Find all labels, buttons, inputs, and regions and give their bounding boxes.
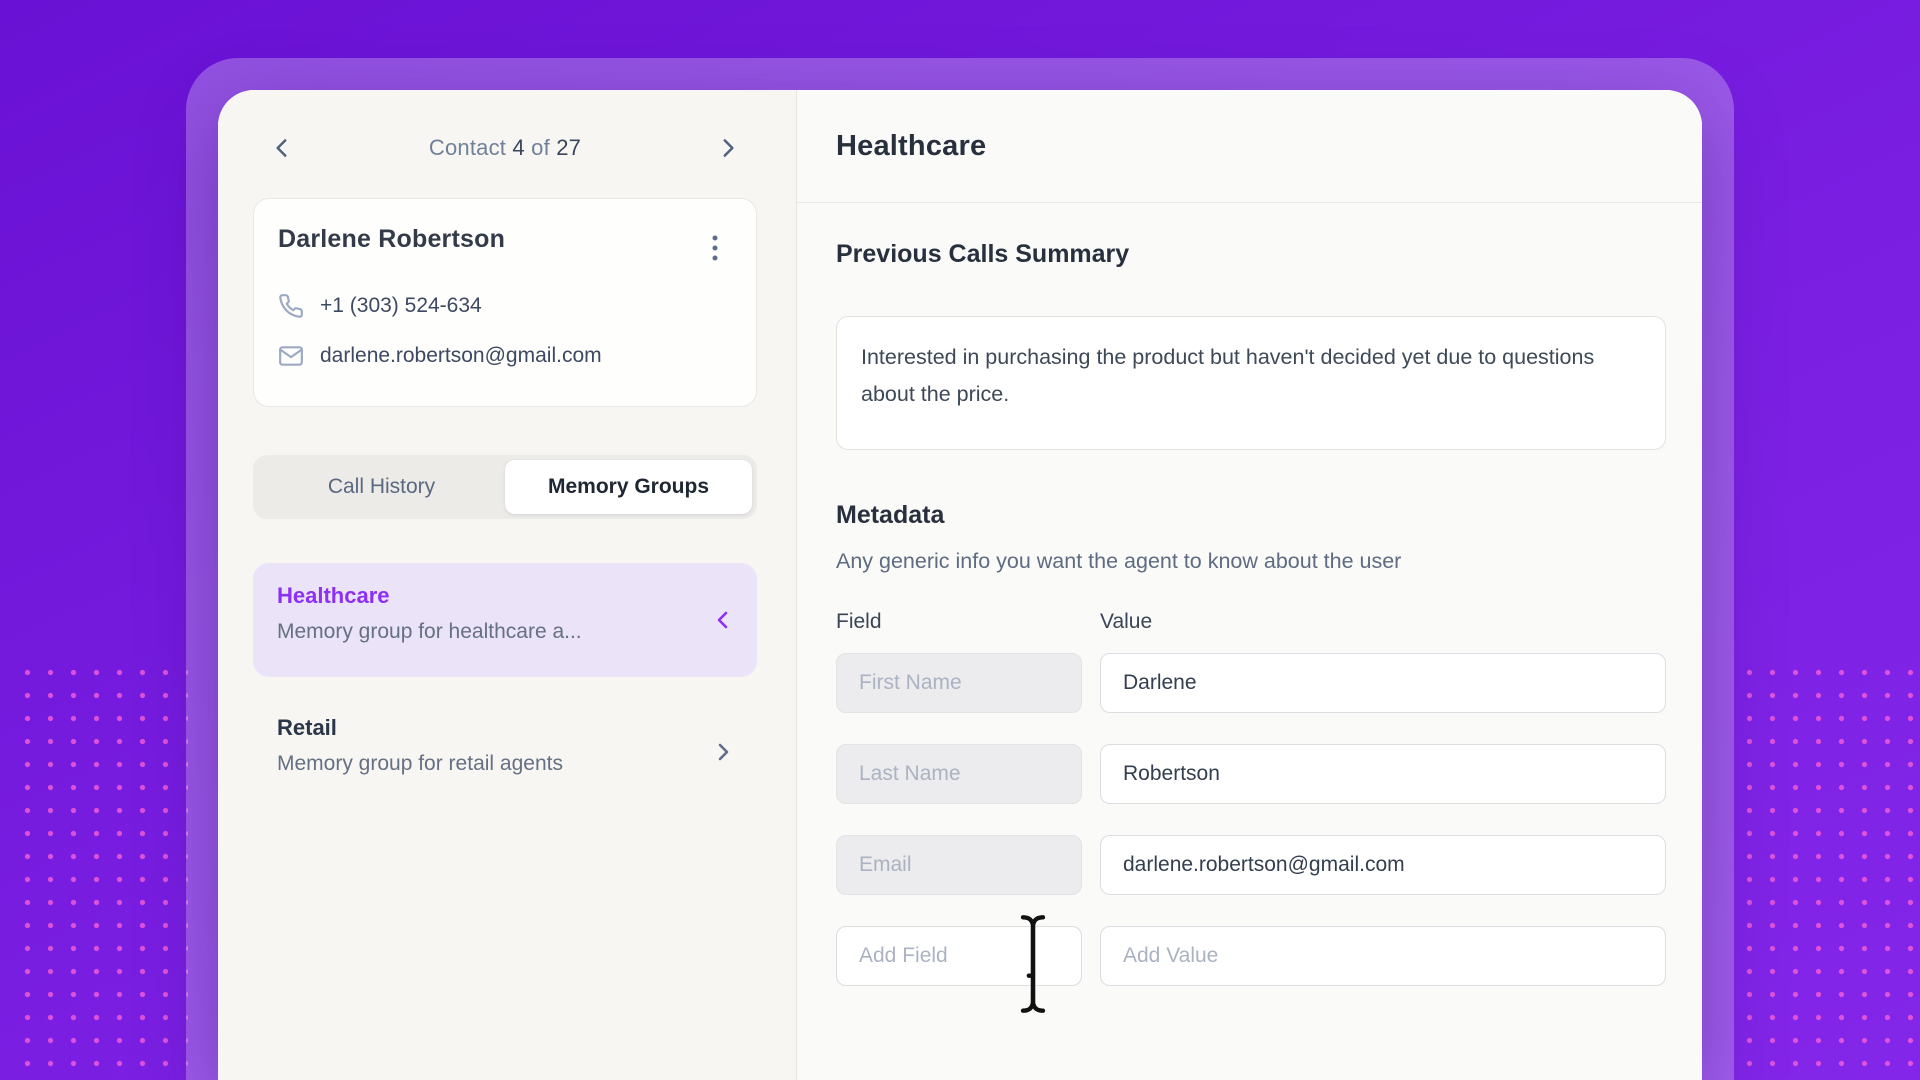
field-input-last-name[interactable]: [836, 744, 1082, 804]
pager-total: 27: [556, 135, 581, 160]
pager-prefix: Contact: [429, 135, 506, 160]
value-input-email[interactable]: [1100, 835, 1666, 895]
value-input-first-name[interactable]: [1100, 653, 1666, 713]
next-contact-button[interactable]: [709, 129, 747, 167]
chevron-left-icon: [269, 135, 295, 161]
pager-current: 4: [512, 135, 524, 160]
contact-email: darlene.robertson@gmail.com: [320, 344, 602, 368]
field-input-email[interactable]: [836, 835, 1082, 895]
detail-panel: Healthcare Previous Calls Summary Intere…: [797, 90, 1702, 1080]
contact-phone-row: +1 (303) 524-634: [278, 293, 732, 319]
detail-header: Healthcare: [797, 90, 1702, 203]
tab-call-history[interactable]: Call History: [258, 460, 505, 514]
chevron-right-icon: [715, 135, 741, 161]
decorative-dots-left: [10, 655, 188, 1080]
app-window: Contact 4 of 27 Darlene Robertson: [218, 90, 1702, 1080]
value-column-label: Value: [1100, 610, 1152, 634]
value-input-last-name[interactable]: [1100, 744, 1666, 804]
memory-group-retail[interactable]: Retail Memory group for retail agents: [253, 695, 757, 809]
summary-text: Interested in purchasing the product but…: [861, 345, 1594, 406]
chevron-right-icon: [711, 740, 735, 764]
field-input-first-name[interactable]: [836, 653, 1082, 713]
summary-box[interactable]: Interested in purchasing the product but…: [836, 316, 1666, 450]
memory-group-title: Healthcare: [277, 583, 733, 609]
mail-icon: [278, 343, 304, 369]
memory-group-description: Memory group for retail agents: [277, 752, 733, 776]
previous-contact-button[interactable]: [263, 129, 301, 167]
text-cursor-icon: [1013, 912, 1053, 1021]
metadata-heading: Metadata: [836, 501, 944, 530]
chevron-left-icon: [711, 608, 735, 632]
summary-heading: Previous Calls Summary: [836, 240, 1129, 269]
memory-group-healthcare[interactable]: Healthcare Memory group for healthcare a…: [253, 563, 757, 677]
sidebar: Contact 4 of 27 Darlene Robertson: [218, 90, 797, 1080]
contact-name: Darlene Robertson: [278, 225, 505, 254]
contact-email-row: darlene.robertson@gmail.com: [278, 343, 732, 369]
contact-phone: +1 (303) 524-634: [320, 294, 482, 318]
contact-menu-button[interactable]: [698, 227, 732, 269]
sidebar-tabs: Call History Memory Groups: [253, 455, 757, 519]
add-value-input[interactable]: [1100, 926, 1666, 986]
kebab-menu-icon: [704, 233, 726, 263]
metadata-subheading: Any generic info you want the agent to k…: [836, 549, 1401, 574]
memory-group-description: Memory group for healthcare a...: [277, 620, 733, 644]
memory-group-title: Retail: [277, 715, 733, 741]
contact-pager-label: Contact 4 of 27: [429, 135, 581, 161]
contact-card: Darlene Robertson +1 (303) 524-634: [253, 198, 757, 407]
phone-icon: [278, 293, 304, 319]
app-window-glow: Contact 4 of 27 Darlene Robertson: [186, 58, 1734, 1080]
tab-memory-groups[interactable]: Memory Groups: [505, 460, 752, 514]
field-column-label: Field: [836, 610, 882, 634]
pager-separator: of: [531, 135, 550, 160]
contact-pager: Contact 4 of 27: [253, 120, 757, 176]
detail-title: Healthcare: [836, 130, 986, 163]
decorative-dots-right: [1732, 655, 1920, 1080]
